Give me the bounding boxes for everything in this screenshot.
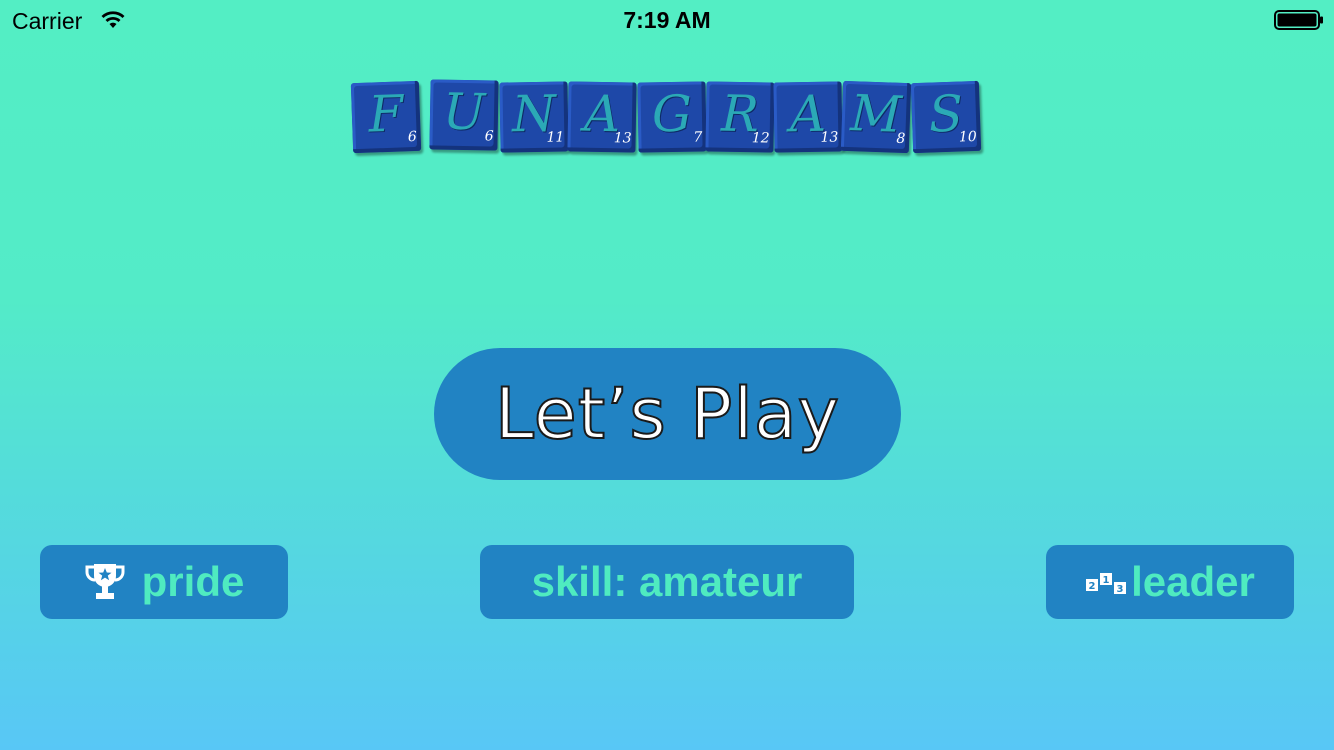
- podium-icon: 2 1 3: [1086, 573, 1127, 595]
- logo-tile: S 10: [910, 80, 982, 154]
- logo-tile: N 11: [499, 81, 569, 153]
- logo-tile: G 7: [637, 81, 707, 153]
- tile-score: 13: [613, 130, 632, 147]
- logo-tile: U 6: [429, 79, 499, 151]
- logo-tile: A 13: [567, 81, 637, 153]
- tile-score: 13: [820, 129, 839, 146]
- logo-tile: F 6: [350, 80, 422, 154]
- svg-text:1: 1: [1103, 575, 1110, 586]
- pride-button[interactable]: pride: [40, 545, 288, 619]
- svg-text:3: 3: [1117, 584, 1124, 595]
- skill-button[interactable]: skill: amateur: [480, 545, 854, 619]
- pride-label: pride: [141, 558, 245, 605]
- leader-label: leader: [1131, 558, 1255, 605]
- tile-score: 7: [693, 129, 703, 146]
- lets-play-label: Let’s Play: [494, 372, 841, 456]
- battery-icon: [1274, 10, 1323, 30]
- tile-score: 11: [546, 129, 565, 146]
- clock: 7:19 AM: [623, 7, 711, 33]
- tile-score: 8: [896, 130, 906, 148]
- tile-score: 6: [407, 128, 417, 146]
- logo-tile: M 8: [840, 80, 912, 154]
- logo-tile: R 12: [705, 81, 775, 153]
- tile-score: 10: [958, 128, 977, 146]
- skill-label: skill: amateur: [531, 558, 803, 605]
- funagrams-logo: F 6 U 6 N 11 A 13 G 7 R 12 A 13 M 8 S 10: [350, 79, 984, 160]
- status-bar: Carrier 7:19 AM: [0, 0, 1334, 40]
- tile-score: 12: [751, 130, 770, 147]
- lets-play-button[interactable]: Let’s Play: [434, 348, 901, 480]
- leader-button[interactable]: 2 1 3 leader: [1046, 545, 1294, 619]
- tile-score: 6: [484, 128, 494, 145]
- logo-tile: A 13: [773, 81, 843, 153]
- svg-text:2: 2: [1089, 581, 1096, 592]
- trophy-icon: [85, 564, 125, 599]
